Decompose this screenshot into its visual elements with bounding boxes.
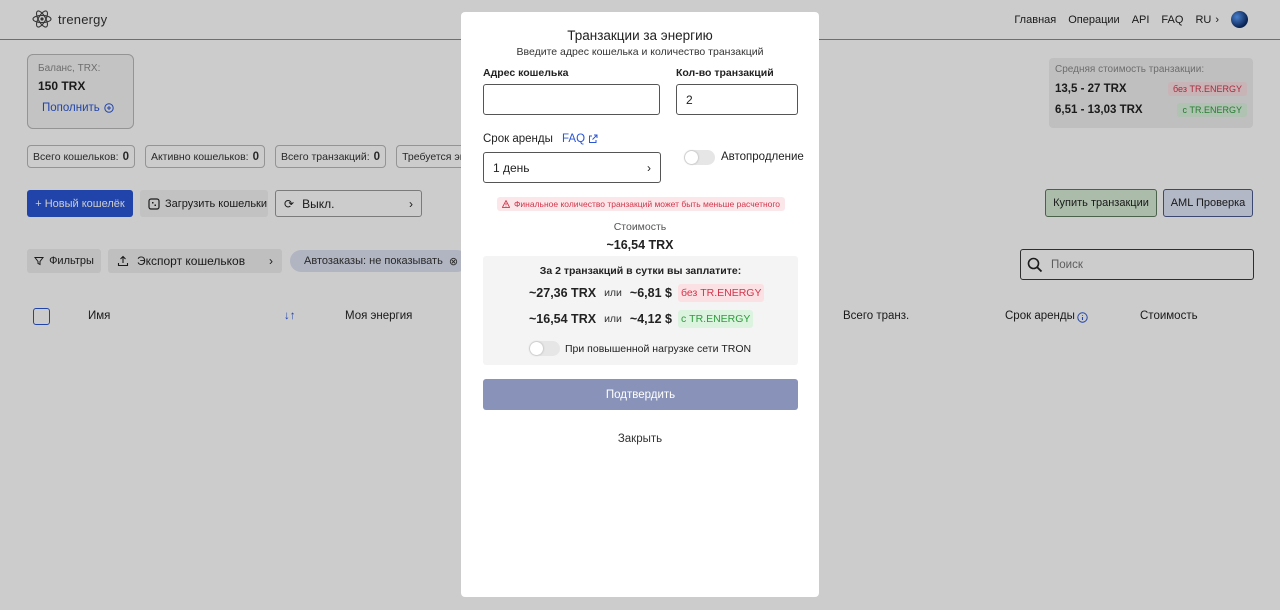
rent-period-select[interactable]: 1 день › [483,152,661,183]
price-trx: ~16,54 TRX [529,312,597,326]
price-usd: ~6,81 $ [629,286,672,300]
high-load-toggle[interactable] [529,341,560,356]
price-row-with-energy: ~16,54 TRX или ~4,12 $ с TR.ENERGY [529,310,754,328]
transactions-count-field[interactable] [676,84,798,115]
warning-icon [501,200,510,208]
or-label: или [604,287,622,299]
wallet-address-input[interactable] [493,92,650,107]
price-row-without-energy: ~27,36 TRX или ~6,81 $ без TR.ENERGY [529,284,765,302]
cost-label: Стоимость [613,221,667,233]
external-link-icon [589,134,598,143]
rent-period-label: Срок аренды [483,133,553,145]
modal-title: Транзакции за энергию [567,28,713,43]
rent-period-label-row: Срок аренды FAQ [483,133,598,145]
modal-subtitle: Введите адрес кошелька и количество тран… [516,46,764,58]
high-load-label: При повышенной нагрузке сети TRON [565,342,752,355]
payment-summary-title: За 2 транзакций в сутки вы заплатите: [539,265,742,277]
transactions-count-label: Кол-во транзакций [676,67,774,79]
with-energy-badge: с TR.ENERGY [677,310,754,328]
energy-transactions-modal: Транзакции за энергию Введите адрес коше… [461,12,819,597]
autoextend-label: Автопродление [721,151,804,163]
or-label: или [604,313,622,325]
price-usd: ~4,12 $ [629,312,672,326]
close-button[interactable]: Закрыть [461,433,819,445]
transactions-count-input[interactable] [686,92,788,107]
faq-link[interactable]: FAQ [562,133,598,145]
high-load-row: При повышенной нагрузке сети TRON [529,341,751,356]
confirm-button[interactable]: Подтвердить [483,379,798,410]
rent-period-value: 1 день [493,160,530,175]
cost-value: ~16,54 TRX [606,238,674,252]
wallet-address-label: Адрес кошелька [483,67,569,79]
faq-label: FAQ [562,133,586,145]
wallet-address-field[interactable] [483,84,660,115]
without-energy-badge: без TR.ENERGY [677,284,765,302]
price-trx: ~27,36 TRX [529,286,597,300]
chevron-right-icon: › [647,160,651,175]
warning-banner: Финальное количество транзакций может бы… [497,197,785,211]
warning-text: Финальное количество транзакций может бы… [513,199,781,209]
autoextend-toggle[interactable] [684,150,715,165]
payment-summary-panel: За 2 транзакций в сутки вы заплатите: ~2… [483,256,798,365]
